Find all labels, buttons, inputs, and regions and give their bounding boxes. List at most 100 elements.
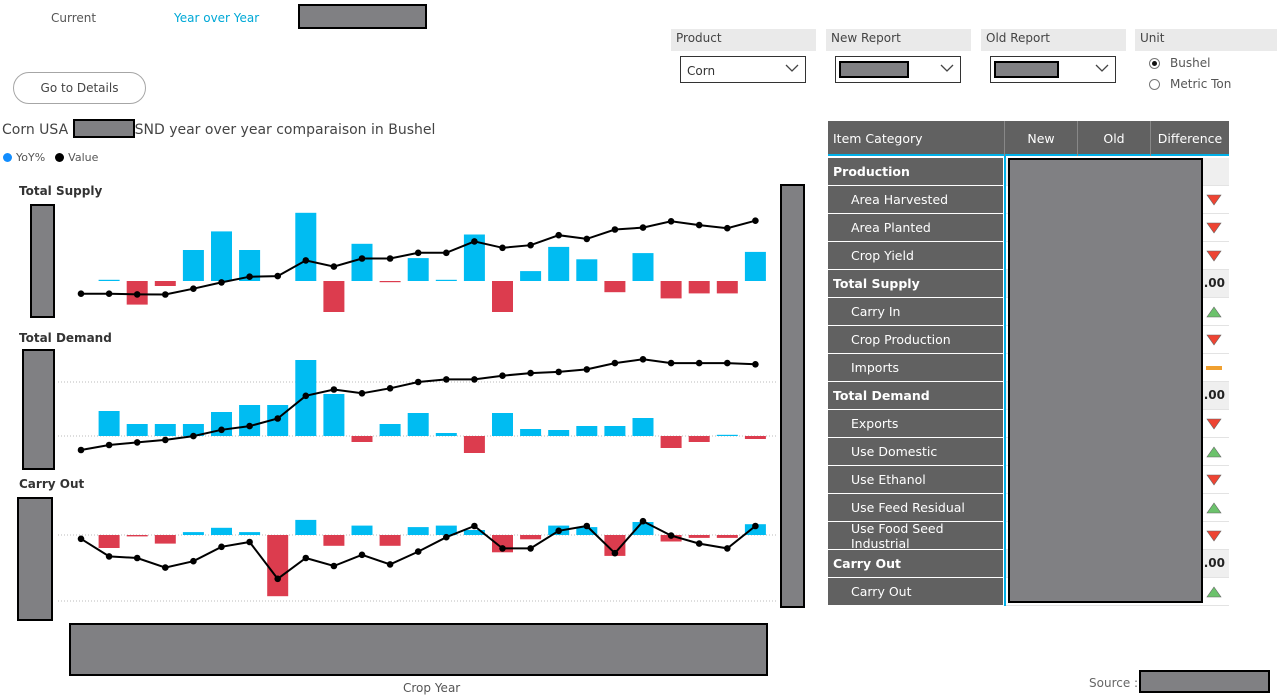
value-point bbox=[133, 291, 141, 298]
value-point bbox=[499, 545, 506, 552]
header-difference[interactable]: Difference bbox=[1150, 121, 1229, 156]
value-point bbox=[302, 554, 310, 562]
value-point bbox=[190, 432, 197, 440]
value-point bbox=[527, 545, 534, 552]
value-point bbox=[752, 522, 759, 530]
yoy-bar bbox=[407, 258, 429, 281]
value-point bbox=[274, 272, 282, 280]
old-report-dropdown[interactable] bbox=[990, 56, 1116, 83]
yoy-bar bbox=[492, 281, 513, 312]
triangle-down-icon bbox=[1206, 530, 1222, 542]
value-point bbox=[583, 235, 591, 243]
difference-value: .00 bbox=[1203, 556, 1225, 570]
x-axis-label: Crop Year bbox=[403, 681, 461, 695]
yoy-bar bbox=[379, 535, 401, 546]
yoy-bar bbox=[323, 535, 345, 546]
radio-selected-icon bbox=[1149, 57, 1160, 69]
value-point bbox=[218, 543, 225, 551]
triangle-up-icon bbox=[1206, 446, 1222, 458]
yoy-bar bbox=[576, 426, 598, 436]
row-category-label: Use Ethanol bbox=[828, 466, 1003, 493]
yoy-bar bbox=[716, 434, 738, 436]
value-point bbox=[695, 359, 703, 367]
value-point bbox=[555, 231, 562, 239]
triangle-up-icon bbox=[1206, 502, 1222, 514]
yoy-bar bbox=[182, 250, 204, 281]
yoy-bar bbox=[211, 527, 232, 535]
value-point bbox=[386, 561, 394, 568]
yoy-bar bbox=[548, 246, 570, 281]
value-point bbox=[133, 554, 141, 562]
value-point bbox=[695, 540, 703, 547]
value-point bbox=[330, 386, 338, 393]
yoy-bar bbox=[154, 535, 176, 544]
difference-value: .00 bbox=[1203, 276, 1225, 290]
value-point bbox=[190, 285, 197, 293]
yoy-bar bbox=[492, 413, 513, 436]
value-point bbox=[471, 376, 478, 383]
yoy-bar bbox=[126, 535, 148, 537]
new-report-slicer-header: New Report bbox=[826, 29, 971, 51]
yoy-bar bbox=[744, 436, 766, 439]
header-new[interactable]: New bbox=[1004, 121, 1077, 156]
yoy-bar bbox=[351, 436, 373, 442]
yoy-bar bbox=[154, 281, 176, 286]
unit-option-metric-ton[interactable]: Metric Ton bbox=[1149, 77, 1231, 91]
new-report-dropdown[interactable] bbox=[835, 56, 961, 83]
value-line bbox=[81, 219, 756, 296]
yoy-bar bbox=[379, 281, 401, 283]
yoy-bar bbox=[604, 281, 626, 293]
value-point bbox=[555, 527, 562, 535]
value-point bbox=[443, 533, 450, 541]
value-point bbox=[724, 545, 731, 552]
yoy-bar bbox=[576, 259, 598, 281]
radio-unselected-icon bbox=[1149, 78, 1160, 90]
unit-option-bushel[interactable]: Bushel bbox=[1149, 56, 1210, 70]
value-point bbox=[527, 369, 534, 377]
row-category-label: Total Supply bbox=[828, 270, 1003, 297]
value-point bbox=[499, 244, 506, 252]
triangle-down-icon bbox=[1206, 418, 1222, 430]
row-category-label: Use Food Seed Industrial bbox=[828, 521, 1003, 551]
triangle-down-icon bbox=[1206, 222, 1222, 234]
value-point bbox=[527, 241, 534, 249]
yoy-bar bbox=[154, 424, 176, 436]
value-point bbox=[555, 368, 562, 376]
row-category-label: Exports bbox=[828, 410, 1003, 437]
row-category-label: Crop Production bbox=[828, 326, 1003, 353]
yoy-bar bbox=[435, 433, 457, 436]
yoy-bar bbox=[716, 535, 738, 538]
value-point bbox=[77, 290, 85, 298]
yoy-bar bbox=[182, 532, 204, 535]
difference-value: .00 bbox=[1203, 388, 1225, 402]
yoy-bar bbox=[435, 279, 457, 281]
yoy-bar bbox=[520, 271, 542, 281]
yoy-bar bbox=[744, 251, 766, 281]
yoy-bar bbox=[126, 424, 148, 436]
value-point bbox=[302, 392, 310, 400]
value-point bbox=[414, 378, 422, 386]
header-old[interactable]: Old bbox=[1077, 121, 1150, 156]
value-point bbox=[752, 217, 759, 224]
yoy-bar bbox=[463, 436, 485, 453]
value-point bbox=[330, 263, 338, 270]
value-point bbox=[414, 249, 422, 257]
row-category-label: Area Harvested bbox=[828, 186, 1003, 213]
value-point bbox=[190, 557, 197, 565]
value-point bbox=[358, 390, 366, 397]
yoy-bar bbox=[407, 527, 429, 535]
redacted-box bbox=[994, 61, 1059, 78]
value-point bbox=[162, 291, 169, 298]
yoy-bar bbox=[323, 281, 345, 312]
value-point bbox=[499, 372, 506, 380]
unit-slicer-header: Unit bbox=[1135, 29, 1277, 51]
row-category-label: Area Planted bbox=[828, 214, 1003, 241]
value-point bbox=[414, 548, 422, 555]
header-item-category[interactable]: Item Category bbox=[833, 121, 1003, 156]
value-point bbox=[274, 575, 282, 583]
value-point bbox=[443, 249, 450, 257]
value-point bbox=[752, 361, 759, 368]
source-label: Source : bbox=[1089, 676, 1139, 690]
value-point bbox=[246, 422, 253, 430]
yoy-bar bbox=[632, 418, 654, 436]
